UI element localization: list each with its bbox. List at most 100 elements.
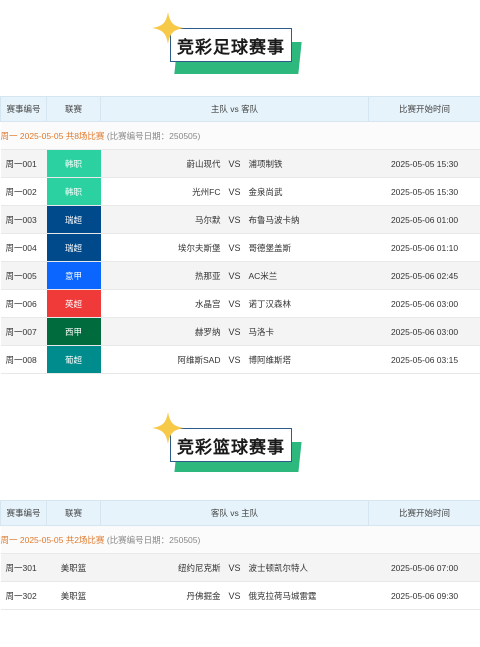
match-number: 周一006	[0, 289, 47, 318]
team-right[interactable]: 波士顿凯尔特人	[249, 562, 347, 574]
col-header-teams: 主队 vs 客队	[100, 96, 369, 122]
vs-label: VS	[228, 214, 241, 225]
date-label: 周一 2025-05-05 共2场比赛	[0, 534, 105, 545]
match-number: 周一008	[0, 345, 47, 374]
match-time: 2025-05-06 07:00	[368, 553, 480, 582]
match-number: 周一001	[0, 149, 47, 178]
team-right[interactable]: 马洛卡	[249, 326, 347, 338]
match-number: 周一002	[0, 177, 47, 206]
match-time: 2025-05-06 03:15	[368, 345, 480, 374]
match-teams[interactable]: 马尔默 VS 布鲁马波卡纳	[100, 205, 369, 234]
league-badge[interactable]: 英超	[46, 289, 101, 318]
match-time: 2025-05-06 03:00	[368, 289, 480, 318]
team-right[interactable]: 诺丁汉森林	[249, 298, 347, 310]
match-time: 2025-05-05 15:30	[368, 177, 480, 206]
table-row[interactable]: 周一003 瑞超 马尔默 VS 布鲁马波卡纳 2025-05-06 01:00	[0, 205, 480, 234]
table-row[interactable]: 周一008 葡超 阿维斯SAD VS 博阿维斯塔 2025-05-06 03:15	[0, 345, 480, 374]
date-row: 周一 2025-05-05 共2场比赛 (比赛编号日期：250505)	[0, 525, 480, 554]
table-row[interactable]: 周一004 瑞超 埃尔夫斯堡 VS 哥德堡盖斯 2025-05-06 01:10	[0, 233, 480, 262]
team-left[interactable]: 纽约尼克斯	[123, 562, 221, 574]
team-left[interactable]: 水晶宫	[123, 298, 221, 310]
col-header-time: 比赛开始时间	[368, 96, 480, 122]
team-right[interactable]: 布鲁马波卡纳	[249, 214, 347, 226]
vs-label: VS	[228, 270, 241, 281]
match-time: 2025-05-05 15:30	[368, 149, 480, 178]
league-badge[interactable]: 瑞超	[46, 233, 101, 262]
league-badge[interactable]: 韩职	[46, 149, 101, 178]
vs-label: VS	[228, 158, 241, 169]
league-cell[interactable]: 美职篮	[46, 581, 101, 610]
match-number: 周一003	[0, 205, 47, 234]
league-badge[interactable]: 葡超	[46, 345, 101, 374]
table-row[interactable]: 周一301 美职篮 纽约尼克斯 VS 波士顿凯尔特人 2025-05-06 07:00	[0, 553, 480, 582]
vs-label: VS	[228, 354, 241, 365]
sparkle-icon	[152, 412, 184, 444]
col-header-league: 联赛	[46, 96, 101, 122]
date-note: (比赛编号日期：250505)	[106, 130, 201, 141]
team-right[interactable]: AC米兰	[249, 270, 347, 282]
team-left[interactable]: 埃尔夫斯堡	[123, 242, 221, 254]
vs-label: VS	[228, 186, 241, 197]
col-header-league: 联赛	[46, 500, 101, 526]
vs-label: VS	[228, 326, 241, 337]
match-teams[interactable]: 赫罗纳 VS 马洛卡	[100, 317, 369, 346]
team-left[interactable]: 赫罗纳	[123, 326, 221, 338]
team-left[interactable]: 马尔默	[123, 214, 221, 226]
sparkle-icon	[152, 12, 184, 44]
table-header-row: 赛事编号 联赛 主队 vs 客队 比赛开始时间	[0, 96, 480, 122]
col-header-number: 赛事编号	[0, 500, 47, 526]
match-time: 2025-05-06 01:00	[368, 205, 480, 234]
match-number: 周一302	[0, 581, 47, 610]
date-note: (比赛编号日期：250505)	[106, 534, 201, 545]
team-left[interactable]: 热那亚	[123, 270, 221, 282]
match-teams[interactable]: 丹佛掘金 VS 俄克拉荷马城雷霆	[100, 581, 369, 610]
vs-label: VS	[228, 590, 241, 601]
match-number: 周一004	[0, 233, 47, 262]
date-row: 周一 2025-05-05 共8场比赛 (比赛编号日期：250505)	[0, 121, 480, 150]
vs-label: VS	[228, 242, 241, 253]
league-cell[interactable]: 美职篮	[46, 553, 101, 582]
match-number: 周一007	[0, 317, 47, 346]
col-header-teams: 客队 vs 主队	[100, 500, 369, 526]
league-badge[interactable]: 瑞超	[46, 205, 101, 234]
col-header-number: 赛事编号	[0, 96, 47, 122]
football-title: 竞彩足球赛事	[170, 28, 292, 62]
team-left[interactable]: 蔚山现代	[123, 158, 220, 170]
match-teams[interactable]: 纽约尼克斯 VS 波士顿凯尔特人	[100, 553, 369, 582]
league-badge[interactable]: 西甲	[46, 317, 101, 346]
team-right[interactable]: 哥德堡盖斯	[249, 242, 347, 254]
table-row[interactable]: 周一006 英超 水晶宫 VS 诺丁汉森林 2025-05-06 03:00	[0, 289, 480, 318]
table-row[interactable]: 周一302 美职篮 丹佛掘金 VS 俄克拉荷马城雷霆 2025-05-06 09:30	[0, 581, 480, 610]
table-row[interactable]: 周一001 韩职 蔚山现代 VS 浦项制铁 2025-05-05 15:30	[0, 149, 480, 178]
basketball-title-banner: 竞彩篮球赛事	[0, 412, 480, 472]
league-badge[interactable]: 韩职	[46, 177, 101, 206]
football-title-banner: 竞彩足球赛事	[0, 12, 480, 74]
match-time: 2025-05-06 01:10	[368, 233, 480, 262]
team-right[interactable]: 浦项制铁	[249, 158, 347, 170]
table-header-row: 赛事编号 联赛 客队 vs 主队 比赛开始时间	[0, 500, 480, 526]
match-teams[interactable]: 光州FC VS 金泉尚武	[100, 177, 369, 206]
team-left[interactable]: 光州FC	[123, 186, 220, 198]
league-badge[interactable]: 意甲	[46, 261, 101, 290]
match-teams[interactable]: 蔚山现代 VS 浦项制铁	[100, 149, 369, 178]
team-left[interactable]: 丹佛掘金	[123, 590, 220, 602]
team-right[interactable]: 俄克拉荷马城雷霆	[249, 590, 347, 602]
match-number: 周一301	[0, 553, 47, 582]
team-left[interactable]: 阿维斯SAD	[123, 354, 221, 366]
match-time: 2025-05-06 03:00	[368, 317, 480, 346]
basketball-schedule-table: 赛事编号 联赛 客队 vs 主队 比赛开始时间 周一 2025-05-05 共2…	[0, 500, 480, 610]
match-time: 2025-05-06 09:30	[368, 581, 480, 610]
match-teams[interactable]: 水晶宫 VS 诺丁汉森林	[100, 289, 369, 318]
match-teams[interactable]: 热那亚 VS AC米兰	[100, 261, 369, 290]
team-right[interactable]: 博阿维斯塔	[249, 354, 347, 366]
vs-label: VS	[228, 562, 241, 573]
table-row[interactable]: 周一005 意甲 热那亚 VS AC米兰 2025-05-06 02:45	[0, 261, 480, 290]
team-right[interactable]: 金泉尚武	[249, 186, 347, 198]
match-teams[interactable]: 埃尔夫斯堡 VS 哥德堡盖斯	[100, 233, 369, 262]
table-row[interactable]: 周一007 西甲 赫罗纳 VS 马洛卡 2025-05-06 03:00	[0, 317, 480, 346]
date-label: 周一 2025-05-05 共8场比赛	[0, 130, 105, 141]
vs-label: VS	[228, 298, 241, 309]
basketball-title: 竞彩篮球赛事	[170, 428, 292, 462]
table-row[interactable]: 周一002 韩职 光州FC VS 金泉尚武 2025-05-05 15:30	[0, 177, 480, 206]
match-teams[interactable]: 阿维斯SAD VS 博阿维斯塔	[100, 345, 369, 374]
